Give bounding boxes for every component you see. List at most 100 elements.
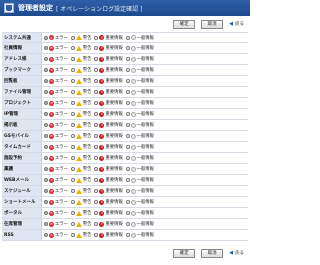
radio-button[interactable]	[94, 222, 99, 226]
radio-button[interactable]	[44, 90, 48, 94]
option-error[interactable]: × エラー	[44, 155, 68, 161]
option-warning[interactable]: 警告	[70, 177, 91, 183]
option-warning[interactable]: 警告	[70, 45, 91, 51]
radio-button[interactable]	[94, 79, 99, 83]
radio-button[interactable]	[44, 200, 48, 204]
option-warning[interactable]: 警告	[70, 199, 91, 205]
option-info[interactable]: 一般情報	[125, 177, 154, 183]
option-important[interactable]: ! 重要情報	[94, 78, 123, 84]
radio-button[interactable]	[125, 57, 130, 61]
radio-button[interactable]	[70, 211, 75, 215]
option-info[interactable]: 一般情報	[125, 35, 154, 41]
option-info[interactable]: 一般情報	[125, 100, 154, 106]
back-button-top[interactable]: ◀ 戻る	[229, 21, 244, 27]
radio-button[interactable]	[125, 145, 130, 149]
option-error[interactable]: × エラー	[44, 166, 68, 172]
radio-button[interactable]	[70, 101, 75, 105]
radio-button[interactable]	[44, 57, 48, 61]
option-error[interactable]: × エラー	[44, 78, 68, 84]
option-error[interactable]: × エラー	[44, 67, 68, 73]
radio-button[interactable]	[70, 46, 75, 50]
radio-button[interactable]	[44, 79, 48, 83]
option-error[interactable]: × エラー	[44, 133, 68, 139]
radio-button[interactable]	[44, 222, 48, 226]
radio-button[interactable]	[94, 189, 99, 193]
radio-button[interactable]	[94, 145, 99, 149]
option-error[interactable]: × エラー	[44, 210, 68, 216]
option-info[interactable]: 一般情報	[125, 232, 154, 238]
radio-button[interactable]	[44, 68, 48, 72]
option-info[interactable]: 一般情報	[125, 166, 154, 172]
radio-button[interactable]	[70, 90, 75, 94]
radio-button[interactable]	[70, 145, 75, 149]
radio-button[interactable]	[125, 101, 130, 105]
radio-button[interactable]	[94, 68, 99, 72]
option-error[interactable]: × エラー	[44, 45, 68, 51]
option-important[interactable]: ! 重要情報	[94, 221, 123, 227]
option-error[interactable]: × エラー	[44, 56, 68, 62]
radio-button[interactable]	[70, 57, 75, 61]
radio-button[interactable]	[44, 167, 48, 171]
radio-button[interactable]	[94, 156, 99, 160]
radio-button[interactable]	[70, 79, 75, 83]
option-important[interactable]: ! 重要情報	[94, 67, 123, 73]
option-warning[interactable]: 警告	[70, 210, 91, 216]
cancel-button-bottom[interactable]: 取消	[201, 248, 224, 258]
radio-button[interactable]	[44, 134, 48, 138]
radio-button[interactable]	[70, 35, 75, 40]
option-important[interactable]: ! 重要情報	[94, 133, 123, 139]
option-warning[interactable]: 警告	[70, 133, 91, 139]
option-important[interactable]: ! 重要情報	[94, 111, 123, 117]
radio-button[interactable]	[125, 167, 130, 171]
radio-button[interactable]	[44, 145, 48, 149]
radio-button[interactable]	[125, 222, 130, 226]
radio-button[interactable]	[94, 90, 99, 94]
radio-button[interactable]	[125, 134, 130, 138]
radio-button[interactable]	[94, 178, 99, 182]
option-error[interactable]: × エラー	[44, 111, 68, 117]
option-info[interactable]: 一般情報	[125, 111, 154, 117]
radio-button[interactable]	[70, 222, 75, 226]
radio-button[interactable]	[94, 233, 99, 237]
radio-button[interactable]	[70, 178, 75, 182]
radio-button[interactable]	[94, 167, 99, 171]
option-important[interactable]: ! 重要情報	[94, 144, 123, 150]
radio-button[interactable]	[70, 156, 75, 160]
option-important[interactable]: ! 重要情報	[94, 177, 123, 183]
option-important[interactable]: ! 重要情報	[94, 166, 123, 172]
option-important[interactable]: ! 重要情報	[94, 56, 123, 62]
radio-button[interactable]	[125, 189, 130, 193]
radio-button[interactable]	[70, 123, 75, 127]
option-important[interactable]: ! 重要情報	[94, 45, 123, 51]
radio-button[interactable]	[44, 112, 48, 116]
option-error[interactable]: × エラー	[44, 177, 68, 183]
option-warning[interactable]: 警告	[70, 232, 91, 238]
option-warning[interactable]: 警告	[70, 155, 91, 161]
radio-button[interactable]	[94, 46, 99, 50]
radio-button[interactable]	[70, 233, 75, 237]
option-warning[interactable]: 警告	[70, 144, 91, 150]
radio-button[interactable]	[94, 112, 99, 116]
option-important[interactable]: ! 重要情報	[94, 210, 123, 216]
back-button-bottom[interactable]: ◀ 戻る	[229, 250, 244, 256]
radio-button[interactable]	[44, 123, 48, 127]
option-important[interactable]: ! 重要情報	[94, 155, 123, 161]
radio-button[interactable]	[94, 200, 99, 204]
option-warning[interactable]: 警告	[70, 188, 91, 194]
radio-button[interactable]	[125, 123, 130, 127]
option-important[interactable]: ! 重要情報	[94, 100, 123, 106]
option-warning[interactable]: 警告	[70, 56, 91, 62]
radio-button[interactable]	[125, 211, 130, 215]
option-warning[interactable]: 警告	[70, 78, 91, 84]
option-warning[interactable]: 警告	[70, 100, 91, 106]
option-error[interactable]: × エラー	[44, 221, 68, 227]
option-info[interactable]: 一般情報	[125, 221, 154, 227]
radio-button[interactable]	[125, 35, 130, 40]
radio-button[interactable]	[125, 112, 130, 116]
radio-button[interactable]	[44, 178, 48, 182]
option-info[interactable]: 一般情報	[125, 56, 154, 62]
radio-button[interactable]	[125, 90, 130, 94]
option-info[interactable]: 一般情報	[125, 45, 154, 51]
radio-button[interactable]	[125, 233, 130, 237]
radio-button[interactable]	[125, 46, 130, 50]
